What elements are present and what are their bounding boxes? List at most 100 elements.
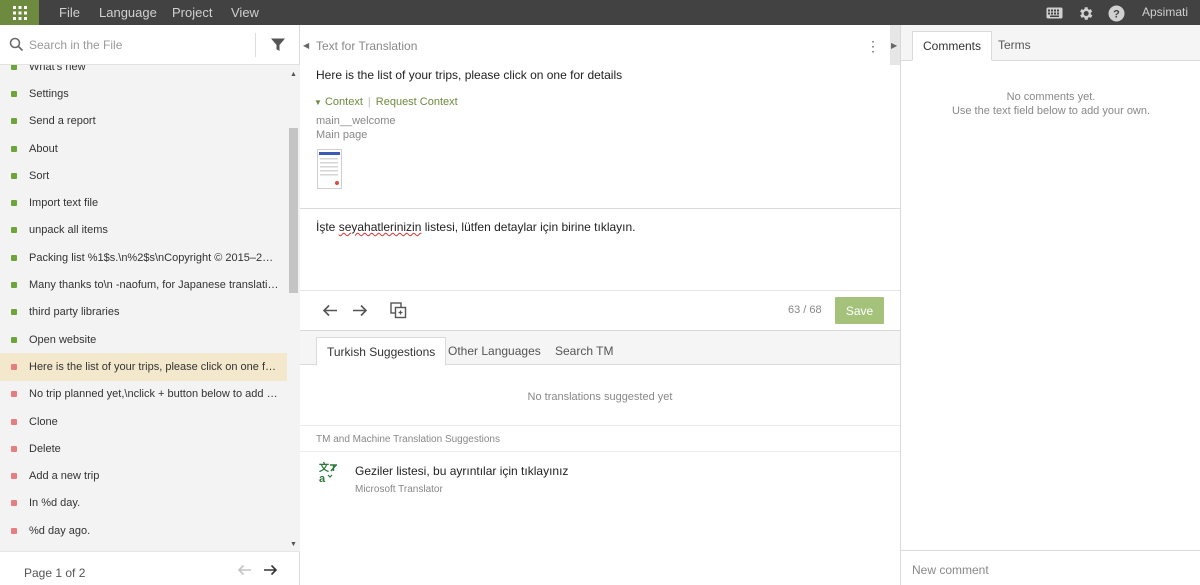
collapse-right-icon[interactable]: ▶ <box>891 41 897 50</box>
new-comment-input[interactable] <box>912 561 1182 579</box>
context-key: main__welcome <box>316 115 396 127</box>
settings-gear-icon[interactable] <box>1076 4 1094 22</box>
list-item-label: Delete <box>29 442 61 455</box>
list-item-label: Add a new trip <box>29 470 100 483</box>
search-bar <box>0 25 300 65</box>
divider <box>300 208 900 209</box>
tab-terms[interactable]: Terms <box>988 31 1041 61</box>
user-name[interactable]: Apsimati <box>1142 0 1188 25</box>
list-item-label: third party libraries <box>29 306 120 319</box>
untranslated-status-icon <box>11 527 17 534</box>
source-title: Text for Translation <box>316 39 418 53</box>
next-string-icon[interactable] <box>351 301 369 319</box>
menu-language[interactable]: Language <box>99 0 157 25</box>
tm-heading: TM and Machine Translation Suggestions <box>316 434 500 445</box>
list-item[interactable]: Many thanks to\n -naofum, for Japanese t… <box>0 271 287 298</box>
divider <box>300 425 900 426</box>
context-screenshot[interactable] <box>317 149 342 189</box>
scroll-up-icon[interactable]: ▲ <box>289 70 298 79</box>
translated-status-icon <box>11 200 17 207</box>
translation-editor[interactable]: İşte seyahatlerinizin listesi, lütfen de… <box>316 220 636 234</box>
list-item[interactable]: What's new <box>0 65 287 80</box>
pager: Page 1 of 2 <box>0 551 300 585</box>
list-item-label: %d day ago. <box>29 524 91 537</box>
comment-tabs: Comments Terms <box>901 25 1200 61</box>
translated-status-icon <box>11 172 17 179</box>
translated-status-icon <box>11 90 17 97</box>
list-item[interactable]: Packing list %1$s.\n%2$s\nCopyright © 20… <box>0 244 287 271</box>
search-input[interactable] <box>29 36 249 54</box>
previous-string-icon[interactable] <box>321 301 339 319</box>
list-item[interactable]: Clone <box>0 408 287 435</box>
scroll-down-icon[interactable]: ▼ <box>289 540 298 549</box>
untranslated-status-icon <box>11 445 17 452</box>
list-scroll-thumb[interactable] <box>289 128 298 293</box>
request-context-link[interactable]: Request Context <box>376 96 458 108</box>
list-item[interactable]: Here is the list of your trips, please c… <box>0 353 287 381</box>
list-item[interactable]: unpack all items <box>0 217 287 244</box>
more-options-icon[interactable]: ⋮ <box>866 38 880 55</box>
copy-source-icon[interactable] <box>389 301 407 319</box>
untranslated-status-icon <box>11 391 17 398</box>
page-label: Page 1 of 2 <box>24 566 86 580</box>
list-item[interactable]: third party libraries <box>0 299 287 326</box>
list-item[interactable]: Send a report <box>0 108 287 135</box>
tab-comments[interactable]: Comments <box>912 31 993 61</box>
collapse-left-icon[interactable]: ◀ <box>303 41 309 50</box>
search-divider <box>255 33 256 57</box>
misspelled-word[interactable]: seyahatlerinizin <box>339 220 422 234</box>
character-counter: 63 / 68 <box>788 304 822 316</box>
list-item-label: No trip planned yet,\nclick + button bel… <box>29 388 279 401</box>
list-item-label: Here is the list of your trips, please c… <box>29 360 279 373</box>
list-item-label: About <box>29 142 58 155</box>
translated-status-icon <box>11 254 17 261</box>
divider <box>300 290 900 291</box>
filter-icon[interactable] <box>270 37 286 56</box>
list-item-label: Clone <box>29 415 58 428</box>
no-suggestions-text: No translations suggested yet <box>527 391 673 403</box>
list-item[interactable]: %d day ago. <box>0 517 287 544</box>
list-item[interactable]: Settings <box>0 80 287 107</box>
list-item-label: Open website <box>29 333 97 346</box>
menu-file[interactable]: File <box>59 0 80 25</box>
editor-panel: ◀ Text for Translation ⋮ ▶ Here is the l… <box>300 25 900 585</box>
list-item-label: What's new <box>29 65 86 73</box>
prev-page-icon[interactable] <box>237 564 252 579</box>
list-item[interactable]: About <box>0 135 287 162</box>
search-icon <box>9 37 24 55</box>
apps-grid-icon[interactable] <box>0 0 39 25</box>
tab-turkish-suggestions[interactable]: Turkish Suggestions <box>316 337 447 366</box>
source-text: Here is the list of your trips, please c… <box>316 68 623 82</box>
list-item-label: In %d day. <box>29 497 81 510</box>
menu-view[interactable]: View <box>231 0 259 25</box>
translated-status-icon <box>11 282 17 289</box>
list-item[interactable]: Add a new trip <box>0 463 287 490</box>
comment-box <box>901 550 1200 585</box>
help-icon[interactable]: ? <box>1107 4 1125 22</box>
tab-other-languages[interactable]: Other Languages <box>438 337 551 366</box>
context-toggle[interactable]: ▼ Context <box>314 96 363 108</box>
caret-down-icon: ▼ <box>314 98 322 107</box>
next-page-icon[interactable] <box>263 564 278 579</box>
translated-status-icon <box>11 118 17 125</box>
keyboard-icon[interactable] <box>1045 4 1063 22</box>
list-item[interactable]: Import text file <box>0 190 287 217</box>
menu-project[interactable]: Project <box>172 0 212 25</box>
list-item[interactable]: In %d day. <box>0 490 287 517</box>
save-button[interactable]: Save <box>835 297 884 324</box>
list-item[interactable]: Delete <box>0 435 287 462</box>
list-item[interactable]: No trip planned yet,\nclick + button bel… <box>0 381 287 408</box>
list-item[interactable]: Sort <box>0 162 287 189</box>
context-links: ▼ Context | Request Context <box>314 96 458 108</box>
mt-source: Microsoft Translator <box>355 484 443 495</box>
svg-text:?: ? <box>1113 8 1120 20</box>
translated-status-icon <box>11 145 17 152</box>
list-item[interactable]: Open website <box>0 326 287 353</box>
tab-search-tm[interactable]: Search TM <box>545 337 623 366</box>
untranslated-status-icon <box>11 363 17 370</box>
untranslated-status-icon <box>11 500 17 507</box>
mt-suggestion[interactable]: Geziler listesi, bu ayrıntılar için tıkl… <box>355 464 568 478</box>
list-item-label: Sort <box>29 169 50 182</box>
comments-panel: Comments Terms No comments yet. Use the … <box>900 25 1200 585</box>
list-item-label: unpack all items <box>29 224 108 237</box>
